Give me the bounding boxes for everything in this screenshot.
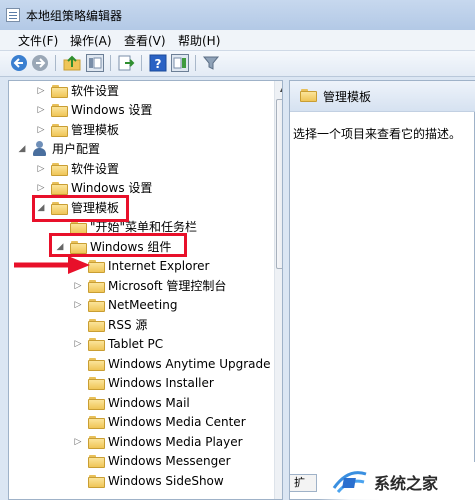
folder-icon	[88, 377, 105, 390]
expand-arrow-icon[interactable]: ▷	[36, 121, 46, 140]
tree-pane[interactable]: ▷ 软件设置 ▷ Windows 设置 ▷ 管理模板 ◢ 用户配置 ▷ 软件设置…	[8, 80, 283, 500]
app-icon	[6, 8, 20, 22]
tree-item-label: Windows 设置	[71, 103, 153, 117]
folder-icon	[88, 280, 105, 293]
expand-arrow-icon[interactable]: ▷	[73, 296, 83, 315]
watermark: 系统之家	[318, 462, 475, 500]
folder-icon	[51, 163, 68, 176]
toolbar-separator	[55, 55, 56, 71]
tree-item[interactable]: ▷ NetMeeting	[9, 296, 271, 315]
tree-item[interactable]: Windows Messenger	[9, 452, 271, 471]
menu-file[interactable]: 文件(F)	[18, 32, 58, 49]
show-hide-tree-icon[interactable]	[86, 54, 104, 72]
tab-extended[interactable]: 扩	[289, 474, 317, 492]
tree-item-label: Windows Media Player	[108, 435, 243, 449]
tree-item-label: Windows Mail	[108, 396, 190, 410]
toolbar-separator	[141, 55, 142, 71]
tree-item-label: Microsoft 管理控制台	[108, 279, 227, 293]
tree-item[interactable]: Windows Mail	[9, 394, 271, 413]
menu-help[interactable]: 帮助(H)	[178, 32, 220, 49]
red-arrow-icon	[14, 256, 90, 274]
tree-item-label: Internet Explorer	[108, 259, 210, 273]
details-description: 选择一个项目来查看它的描述。	[293, 127, 462, 141]
window-title: 本地组策略编辑器	[26, 9, 123, 23]
menu-bar: 文件(F) 操作(A) 查看(V) 帮助(H)	[0, 30, 475, 51]
tree-item-label: Tablet PC	[108, 337, 164, 351]
tree-item-label: 管理模板	[71, 123, 120, 137]
folder-icon	[51, 182, 68, 195]
tree-item[interactable]: ▷ 软件设置	[9, 82, 271, 101]
tree-item[interactable]: ▷ Windows 设置	[9, 101, 271, 120]
folder-icon	[51, 124, 68, 137]
back-arrow-icon[interactable]	[10, 54, 28, 72]
show-hide-action-pane-icon[interactable]	[171, 54, 189, 72]
toolbar-separator	[195, 55, 196, 71]
tree-scrollbar[interactable]: ▲	[274, 81, 282, 499]
tree-item[interactable]: ▷ Windows Media Player	[9, 433, 271, 452]
menu-action[interactable]: 操作(A)	[70, 32, 112, 49]
details-header: 管理模板	[290, 81, 475, 112]
tree-item[interactable]: Windows Media Center	[9, 413, 271, 432]
collapse-arrow-icon[interactable]: ◢	[17, 140, 27, 159]
expand-arrow-icon[interactable]: ▷	[36, 82, 46, 101]
tree-item[interactable]: ▷ Microsoft 管理控制台	[9, 277, 271, 296]
tree-item-label: Windows Media Center	[108, 415, 246, 429]
highlight-box-admin-templates	[32, 195, 129, 222]
folder-icon	[88, 475, 105, 488]
folder-icon	[88, 455, 105, 468]
filter-icon[interactable]	[202, 54, 220, 72]
help-icon[interactable]: ?	[149, 54, 167, 72]
scroll-thumb[interactable]	[276, 99, 282, 269]
tree-item-label: 软件设置	[71, 84, 120, 98]
title-bar: 本地组策略编辑器	[0, 0, 475, 30]
expand-arrow-icon[interactable]: ▷	[73, 433, 83, 452]
folder-icon	[88, 397, 105, 410]
toolbar: ?	[0, 51, 475, 77]
tree-item[interactable]: ▷ Tablet PC	[9, 335, 271, 354]
expand-arrow-icon[interactable]: ▷	[36, 101, 46, 120]
tree-item[interactable]: Windows SideShow	[9, 472, 271, 491]
folder-icon	[88, 416, 105, 429]
tree-item-label: Windows Anytime Upgrade	[108, 357, 271, 371]
scroll-up-arrow-icon[interactable]: ▲	[275, 81, 282, 97]
user-config-icon	[32, 141, 48, 157]
expand-arrow-icon[interactable]: ▷	[73, 277, 83, 296]
menu-view[interactable]: 查看(V)	[124, 32, 166, 49]
tree-item[interactable]: RSS 源	[9, 316, 271, 335]
tree-item-label: NetMeeting	[108, 298, 178, 312]
watermark-logo-icon	[332, 471, 367, 494]
toolbar-separator	[110, 55, 111, 71]
tree-item-label: RSS 源	[108, 318, 148, 332]
details-pane: 管理模板 选择一个项目来查看它的描述。	[289, 80, 475, 500]
folder-icon	[88, 338, 105, 351]
expand-arrow-icon[interactable]: ▷	[73, 335, 83, 354]
tree-item-label: Windows SideShow	[108, 474, 224, 488]
folder-icon	[51, 104, 68, 117]
folder-icon	[88, 299, 105, 312]
folder-icon	[51, 85, 68, 98]
details-title: 管理模板	[323, 90, 372, 104]
tree-item[interactable]: Windows Anytime Upgrade	[9, 355, 271, 374]
tree-item-label: Windows Installer	[108, 376, 214, 390]
tree-item[interactable]: Windows Installer	[9, 374, 271, 393]
watermark-text: 系统之家	[374, 474, 439, 493]
folder-icon	[88, 319, 105, 332]
folder-icon	[300, 89, 317, 102]
folder-icon	[88, 358, 105, 371]
tree-item-label: Windows Messenger	[108, 454, 231, 468]
tree-item[interactable]: ▷ 软件设置	[9, 160, 271, 179]
export-list-icon[interactable]	[117, 54, 135, 72]
up-folder-icon[interactable]	[63, 54, 81, 72]
svg-text:?: ?	[155, 57, 162, 71]
folder-icon	[88, 436, 105, 449]
expand-arrow-icon[interactable]: ▷	[36, 160, 46, 179]
tree-item-label: 用户配置	[52, 142, 101, 156]
forward-arrow-icon[interactable]	[31, 54, 49, 72]
tree-item[interactable]: ▷ 管理模板	[9, 121, 271, 140]
tree-item-user-config[interactable]: ◢ 用户配置	[9, 140, 271, 159]
tree-item-label: 软件设置	[71, 162, 120, 176]
